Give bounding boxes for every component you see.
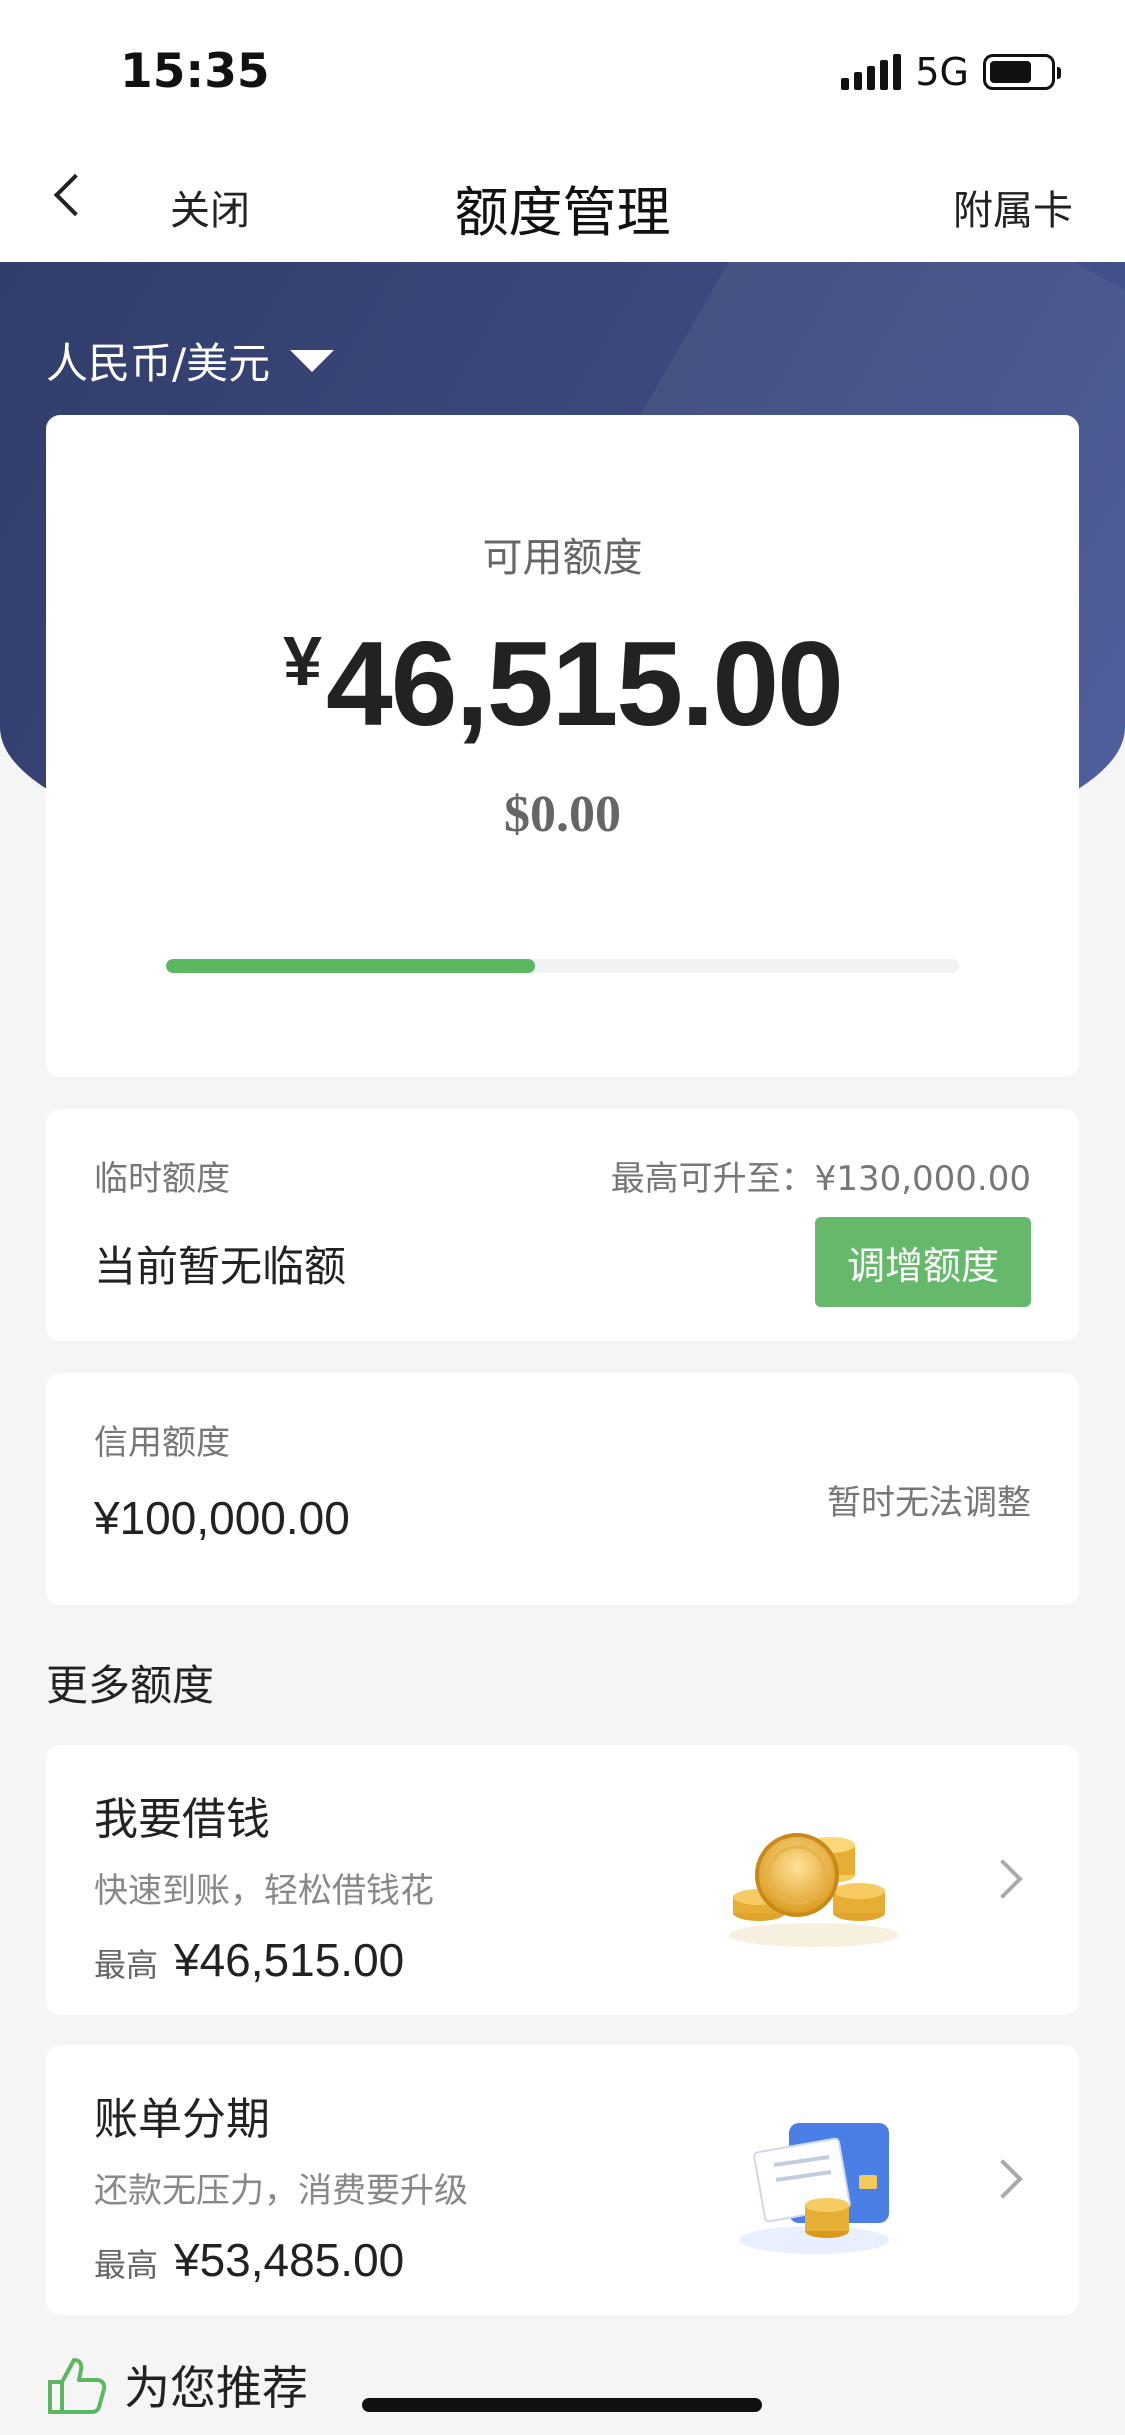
coins-icon <box>729 1833 899 1947</box>
product-max: 最高 ¥53,485.00 <box>94 2233 404 2287</box>
available-amount: ¥46,515.00 <box>46 615 1079 753</box>
credit-usage-progress-fill <box>166 959 535 973</box>
signal-icon <box>841 54 902 90</box>
product-title: 我要借钱 <box>94 1794 270 1845</box>
product-card-loan[interactable]: 我要借钱 快速到账，轻松借钱花 最高 ¥46,515.00 <box>46 1745 1079 2015</box>
product-max: 最高 ¥46,515.00 <box>94 1933 404 1987</box>
bill-card-icon <box>739 2123 889 2254</box>
supplementary-card-button[interactable]: 附属卡 <box>953 178 1073 236</box>
credit-note: 暂时无法调整 <box>827 1483 1031 1523</box>
caret-down-icon <box>290 349 335 372</box>
product-title: 账单分期 <box>94 2094 270 2145</box>
recommend-header: 为您推荐 <box>44 2352 308 2418</box>
thumbs-up-icon <box>48 2358 107 2414</box>
product-max-value: ¥46,515.00 <box>174 1934 405 1986</box>
currency-label: 人民币/美元 <box>46 339 271 388</box>
chevron-right-icon <box>983 1859 1023 1899</box>
product-desc: 快速到账，轻松借钱花 <box>94 1871 434 1911</box>
adjust-credit-button[interactable]: 调增额度 <box>815 1217 1031 1307</box>
available-amount-value: 46,515.00 <box>326 617 844 751</box>
status-time: 15:35 <box>120 44 270 99</box>
credit-usage-progress <box>166 959 959 973</box>
temporary-status: 当前暂无临额 <box>94 1242 347 1291</box>
chevron-right-icon <box>983 2159 1023 2199</box>
currency-symbol: ¥ <box>283 622 323 700</box>
product-max-value: ¥53,485.00 <box>174 2234 405 2286</box>
temporary-credit-card: 临时额度 最高可升至：¥130,000.00 当前暂无临额 调增额度 <box>46 1109 1079 1341</box>
credit-label: 信用额度 <box>94 1423 230 1463</box>
usd-amount: $0.00 <box>504 786 621 843</box>
product-card-installment[interactable]: 账单分期 还款无压力，消费要升级 最高 ¥53,485.00 <box>46 2045 1079 2315</box>
temporary-max-label: 最高可升至：¥130,000.00 <box>610 1159 1031 1199</box>
more-credit-title: 更多额度 <box>46 1661 215 1710</box>
credit-amount: ¥100,000.00 <box>94 1492 350 1544</box>
status-indicators: 5G <box>841 50 1061 94</box>
currency-selector[interactable]: 人民币/美元 <box>46 330 335 391</box>
available-label: 可用额度 <box>482 535 643 581</box>
temporary-label: 临时额度 <box>94 1159 230 1199</box>
recommend-label: 为您推荐 <box>124 2361 308 2415</box>
available-credit-card: 可用额度 ¥46,515.00 $0.00 <box>46 415 1079 1077</box>
product-max-label: 最高 <box>94 1946 159 1984</box>
home-indicator[interactable] <box>362 2398 762 2412</box>
network-label: 5G <box>915 50 969 94</box>
product-desc: 还款无压力，消费要升级 <box>94 2171 468 2211</box>
credit-limit-card: 信用额度 ¥100,000.00 暂时无法调整 <box>46 1373 1079 1605</box>
battery-icon <box>983 54 1061 90</box>
product-max-label: 最高 <box>94 2246 159 2284</box>
